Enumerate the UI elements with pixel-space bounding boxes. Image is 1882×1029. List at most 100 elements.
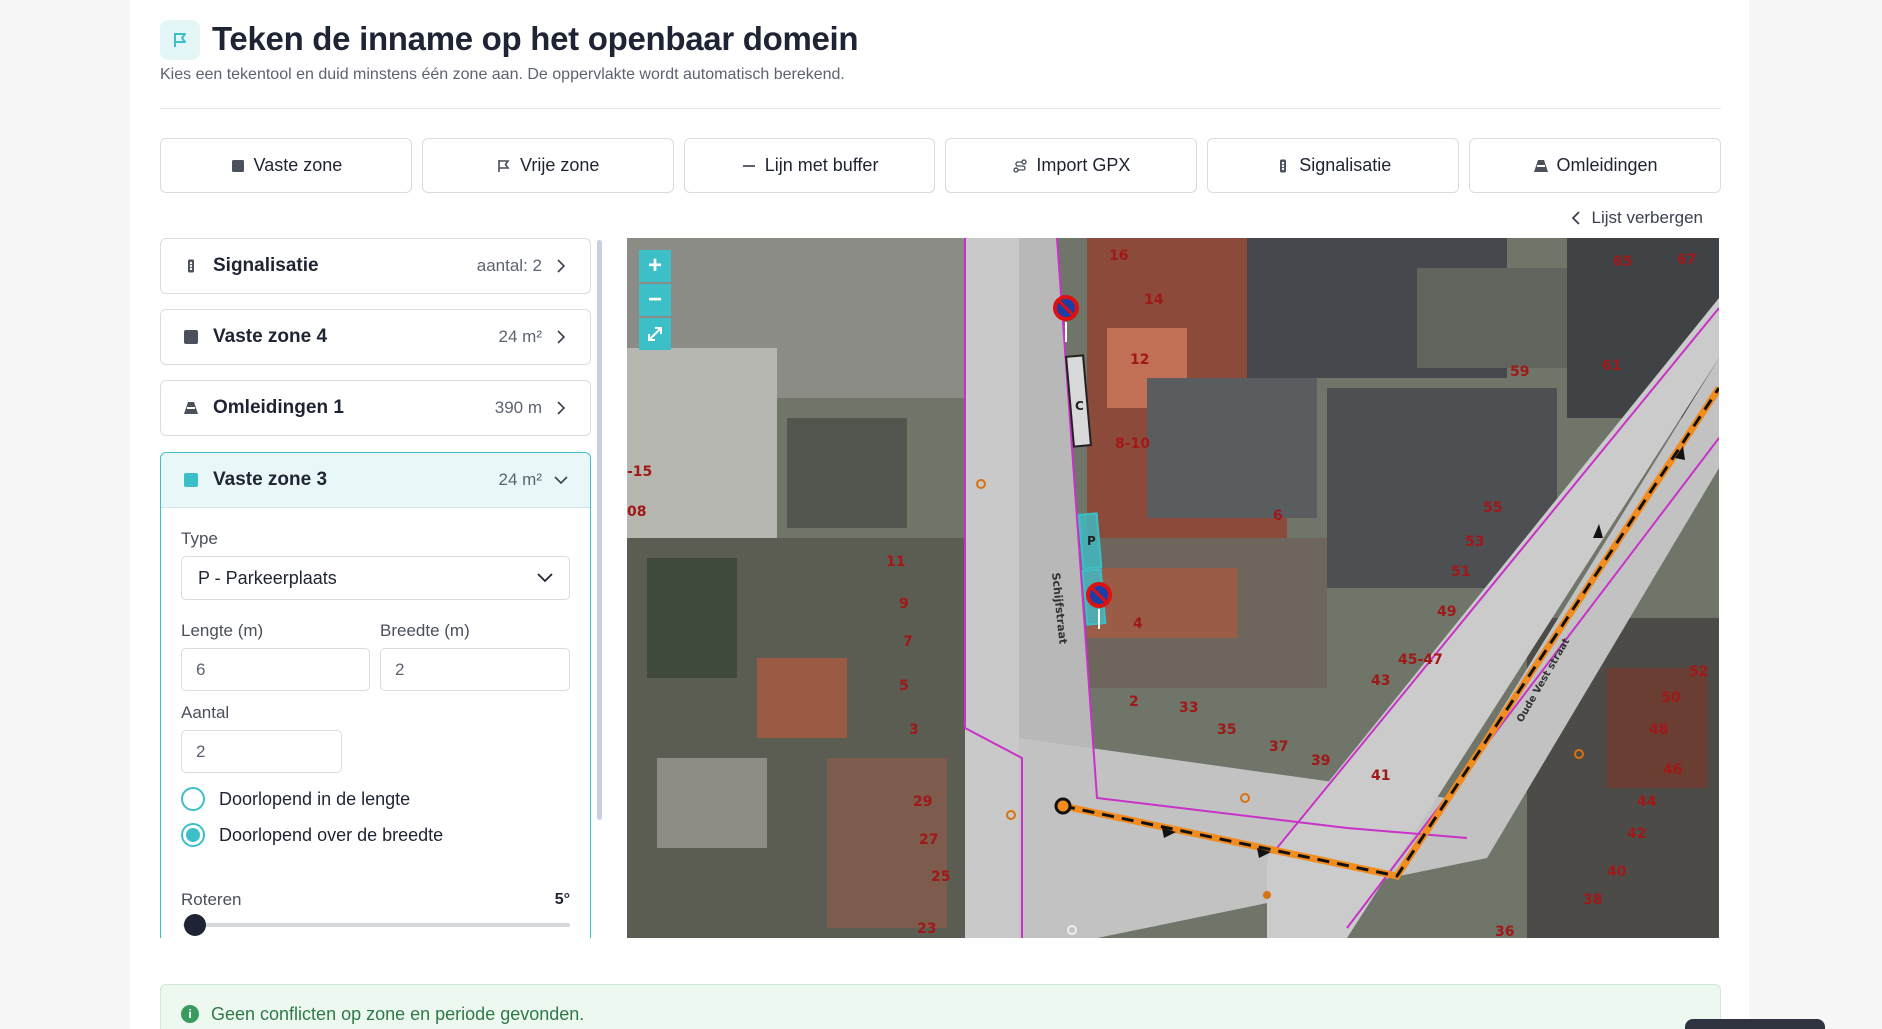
house-number: 39	[1311, 753, 1330, 769]
house-number: 59	[1510, 364, 1529, 380]
house-number: 53	[1465, 534, 1484, 550]
house-number: 40	[1607, 864, 1627, 880]
house-number: 38	[1583, 892, 1602, 908]
house-number: 52	[1689, 664, 1708, 680]
type-select[interactable]: P - Parkeerplaats	[181, 556, 570, 600]
chevron-right-icon	[557, 330, 566, 344]
conflict-status-text: Geen conflicten op zone en periode gevon…	[211, 1003, 585, 1024]
house-number: 23	[917, 921, 936, 937]
length-label: Lengte (m)	[181, 621, 264, 640]
lijn-met-buffer-button[interactable]: Lijn met buffer	[683, 138, 936, 193]
house-number: 33	[1179, 700, 1198, 716]
divider	[160, 108, 1721, 109]
garden	[647, 558, 737, 678]
chevron-right-icon	[557, 259, 566, 273]
import-gpx-label: Import GPX	[1036, 155, 1131, 175]
signalisatie-label: Signalisatie	[1299, 155, 1392, 175]
rotate-value: 5°	[554, 891, 570, 908]
count-input[interactable]: 2	[181, 730, 342, 773]
house-number: 7	[903, 634, 913, 650]
map-canvas[interactable]: C P P Schijfstraat Oude Vest straat 16	[627, 238, 1719, 938]
radio-label: Doorlopend over de breedte	[219, 824, 444, 845]
omleidingen-button[interactable]: Omleidingen	[1469, 138, 1721, 193]
zone-detail-vaste-zone-3: Vaste zone 3 24 m² Type P - Parkeerplaat…	[160, 452, 591, 938]
zone-detail-header[interactable]: Vaste zone 3 24 m²	[161, 453, 590, 508]
building-roof	[1147, 378, 1317, 518]
building-roof	[627, 348, 777, 548]
list-item-name: Vaste zone 4	[213, 326, 328, 347]
drawing-toolbar: Vaste zone Vrije zone Lijn met buffer Im…	[160, 138, 1721, 193]
expand-icon	[648, 327, 662, 341]
sign-icon	[1280, 159, 1287, 172]
vrije-zone-button[interactable]: Vrije zone	[421, 138, 674, 193]
list-item-meta: 390 m	[494, 398, 542, 417]
house-number: -15	[627, 464, 652, 480]
width-input[interactable]: 2	[380, 648, 570, 691]
rotate-slider-track[interactable]	[183, 923, 570, 927]
hide-list-button[interactable]: Lijst verbergen	[1571, 208, 1703, 228]
list-item-name: Omleidingen 1	[213, 397, 344, 418]
chevron-down-icon	[554, 476, 568, 485]
flag-icon	[160, 20, 200, 60]
zone-marker-c: C	[1075, 399, 1084, 413]
house-number: 44	[1637, 794, 1657, 810]
house-number: 51	[1451, 564, 1470, 580]
house-number: 36	[1495, 924, 1514, 938]
road-schijfstraat	[965, 238, 1019, 938]
square-icon	[184, 330, 198, 344]
house-number: 14	[1144, 292, 1164, 308]
zoom-in-button[interactable]: +	[639, 250, 671, 282]
radio-doorlopend-lengte[interactable]: Doorlopend in de lengte	[181, 787, 410, 811]
lijn-met-buffer-label: Lijn met buffer	[764, 155, 879, 175]
length-input[interactable]: 6	[181, 648, 370, 691]
line-icon	[742, 164, 755, 167]
house-number: 48	[1649, 722, 1668, 738]
omleidingen-label: Omleidingen	[1556, 155, 1658, 175]
zone-list: Signalisatie aantal: 2 Vaste zone 4 24 m…	[160, 238, 621, 938]
import-gpx-button[interactable]: Import GPX	[945, 138, 1198, 193]
map[interactable]: C P P Schijfstraat Oude Vest straat 16	[627, 238, 1719, 938]
floating-action-tab[interactable]	[1685, 1019, 1825, 1029]
house-number: 55	[1483, 500, 1502, 516]
list-item-signalisatie[interactable]: Signalisatie aantal: 2	[160, 238, 591, 294]
radio-label: Doorlopend in de lengte	[219, 788, 411, 809]
list-item-vaste-zone-4[interactable]: Vaste zone 4 24 m²	[160, 309, 591, 365]
barrier-icon	[184, 402, 198, 414]
poi-marker	[1263, 891, 1271, 899]
square-icon	[184, 473, 198, 487]
building-roof	[1417, 268, 1567, 368]
route-start-marker[interactable]	[1054, 797, 1072, 815]
zoom-out-button[interactable]: −	[639, 284, 671, 316]
house-number: 4	[1133, 616, 1143, 632]
building-roof	[787, 418, 907, 528]
list-item-name: Signalisatie	[213, 255, 319, 276]
rotate-label: Roteren	[181, 890, 242, 909]
house-number: 65	[1613, 254, 1632, 270]
fullscreen-button[interactable]	[639, 318, 671, 350]
house-number: 49	[1437, 604, 1456, 620]
radio-button	[181, 787, 205, 811]
house-number: 42	[1627, 826, 1646, 842]
chevron-down-icon	[537, 573, 553, 583]
rotate-slider-handle[interactable]	[184, 914, 207, 936]
type-select-value: P - Parkeerplaats	[198, 567, 337, 588]
house-number: 61	[1602, 358, 1621, 374]
house-number: 41	[1371, 768, 1390, 784]
vrije-zone-label: Vrije zone	[520, 155, 600, 175]
list-item-omleidingen-1[interactable]: Omleidingen 1 390 m	[160, 380, 591, 436]
house-number: 3	[909, 722, 919, 738]
house-number: 8-10	[1115, 436, 1150, 452]
sign-icon	[188, 259, 194, 273]
zone-detail-area: 24 m²	[498, 470, 542, 489]
route-icon	[1013, 158, 1028, 173]
house-number: 45-47	[1398, 652, 1443, 668]
page-title: Teken de inname op het openbaar domein	[212, 20, 859, 57]
vaste-zone-button[interactable]: Vaste zone	[160, 138, 412, 193]
count-label: Aantal	[181, 703, 230, 722]
house-number: 2	[1129, 694, 1139, 710]
signalisatie-button[interactable]: Signalisatie	[1207, 138, 1460, 193]
house-number: 16	[1109, 248, 1128, 264]
house-number: 6	[1273, 508, 1283, 524]
chevron-left-icon	[1572, 211, 1581, 225]
radio-doorlopend-breedte[interactable]: Doorlopend over de breedte	[181, 823, 443, 847]
